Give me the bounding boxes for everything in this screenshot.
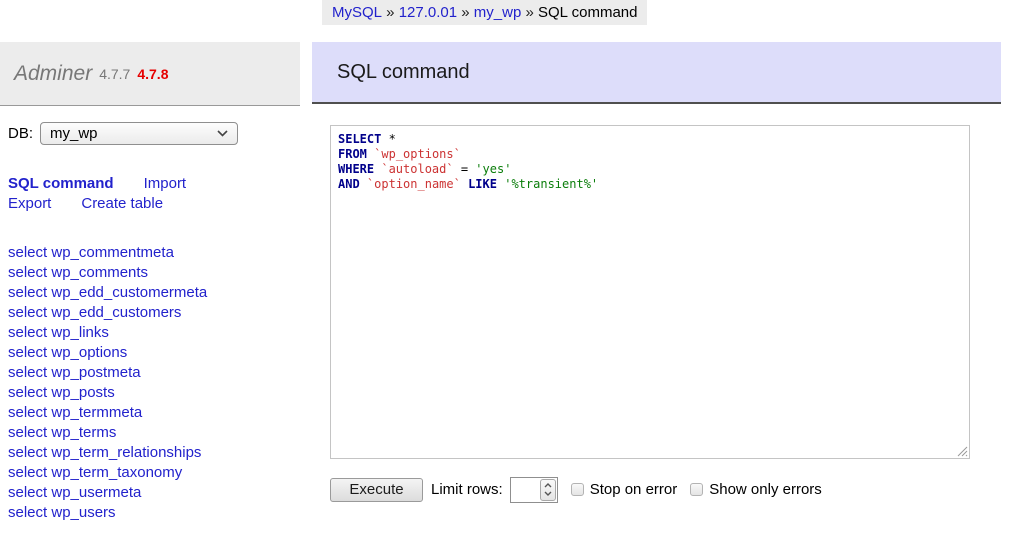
- table-row-wp_options: select wp_options: [8, 343, 207, 363]
- table-row-wp_termmeta: select wp_termmeta: [8, 403, 207, 423]
- table-select-link-wp_usermeta[interactable]: select: [8, 484, 47, 501]
- breadcrumb-separator: »: [457, 4, 474, 21]
- sidebar-nav: SQL command Import Export Create table: [8, 174, 186, 214]
- table-row-wp_posts: select wp_posts: [8, 383, 207, 403]
- sql-token-plain: =: [454, 162, 476, 176]
- page-title: SQL command: [312, 42, 1001, 104]
- table-select-link-wp_comments[interactable]: select: [8, 264, 47, 281]
- table-select-link-wp_edd_customers[interactable]: select: [8, 304, 47, 321]
- editor-controls: Execute Limit rows: Stop on error Show on…: [330, 476, 835, 503]
- table-row-wp_comments: select wp_comments: [8, 263, 207, 283]
- table-row-wp_edd_customers: select wp_edd_customers: [8, 303, 207, 323]
- chevron-down-icon: [217, 130, 228, 137]
- sidebar-link-import[interactable]: Import: [144, 174, 187, 194]
- table-select-link-wp_users[interactable]: select: [8, 504, 47, 521]
- table-link-wp_comments[interactable]: wp_comments: [51, 264, 148, 281]
- table-row-wp_term_relationships: select wp_term_relationships: [8, 443, 207, 463]
- checkbox-label-stop-on-error[interactable]: Stop on error: [590, 481, 678, 498]
- table-link-wp_postmeta[interactable]: wp_postmeta: [51, 364, 140, 381]
- table-link-wp_links[interactable]: wp_links: [51, 324, 109, 341]
- checkbox-group-stop-on-error: Stop on error: [571, 481, 678, 498]
- breadcrumb-item-127-0-01[interactable]: 127.0.01: [399, 4, 457, 21]
- table-link-wp_commentmeta[interactable]: wp_commentmeta: [51, 244, 174, 261]
- checkbox-group-show-only-errors: Show only errors: [690, 481, 822, 498]
- breadcrumb-item-sql-command: SQL command: [538, 4, 638, 21]
- app-header: Adminer 4.7.7 4.7.8: [0, 42, 300, 106]
- breadcrumb-item-my-wp[interactable]: my_wp: [474, 4, 522, 21]
- limit-rows-input[interactable]: [510, 477, 558, 503]
- sql-token-string: '%transient%': [504, 177, 598, 191]
- table-row-wp_terms: select wp_terms: [8, 423, 207, 443]
- table-link-wp_termmeta[interactable]: wp_termmeta: [51, 404, 142, 421]
- table-select-link-wp_edd_customermeta[interactable]: select: [8, 284, 47, 301]
- sidebar-link-create-table[interactable]: Create table: [81, 194, 163, 214]
- table-row-wp_edd_customermeta: select wp_edd_customermeta: [8, 283, 207, 303]
- checkbox-options: Stop on error Show only errors: [571, 481, 835, 498]
- table-row-wp_commentmeta: select wp_commentmeta: [8, 243, 207, 263]
- table-link-wp_users[interactable]: wp_users: [51, 504, 115, 521]
- table-select-link-wp_links[interactable]: select: [8, 324, 47, 341]
- table-row-wp_term_taxonomy: select wp_term_taxonomy: [8, 463, 207, 483]
- table-link-wp_usermeta[interactable]: wp_usermeta: [51, 484, 141, 501]
- sql-token-keyword: FROM: [338, 147, 367, 161]
- table-link-wp_options[interactable]: wp_options: [51, 344, 127, 361]
- table-select-link-wp_term_taxonomy[interactable]: select: [8, 464, 47, 481]
- table-link-wp_term_taxonomy[interactable]: wp_term_taxonomy: [51, 464, 182, 481]
- sql-token-keyword: AND: [338, 177, 360, 191]
- spinner-down-icon[interactable]: [544, 491, 552, 496]
- execute-button[interactable]: Execute: [330, 478, 423, 502]
- table-link-wp_posts[interactable]: wp_posts: [51, 384, 114, 401]
- sql-token-keyword: LIKE: [468, 177, 497, 191]
- table-select-link-wp_posts[interactable]: select: [8, 384, 47, 401]
- sql-token-plain: [360, 177, 367, 191]
- checkbox-label-show-only-errors[interactable]: Show only errors: [709, 481, 822, 498]
- sql-token-plain: *: [381, 132, 395, 146]
- new-version-link[interactable]: 4.7.8: [137, 66, 168, 82]
- db-selector-row: DB: my_wp: [8, 122, 238, 145]
- table-link-wp_term_relationships[interactable]: wp_term_relationships: [51, 444, 201, 461]
- table-link-wp_edd_customermeta[interactable]: wp_edd_customermeta: [51, 284, 207, 301]
- limit-rows-label: Limit rows:: [431, 481, 503, 498]
- table-link-wp_edd_customers[interactable]: wp_edd_customers: [51, 304, 181, 321]
- tables-list: select wp_commentmetaselect wp_commentss…: [8, 243, 207, 523]
- breadcrumb-separator: »: [382, 4, 399, 21]
- breadcrumb-separator: »: [521, 4, 538, 21]
- adminer-logo-link[interactable]: Adminer: [14, 62, 92, 86]
- sql-token-identifier: `autoload`: [381, 162, 453, 176]
- number-spinner[interactable]: [540, 479, 556, 501]
- resize-grip-icon[interactable]: [955, 444, 968, 457]
- table-row-wp_links: select wp_links: [8, 323, 207, 343]
- sidebar-nav-row: Export Create table: [8, 194, 186, 214]
- table-link-wp_terms[interactable]: wp_terms: [51, 424, 116, 441]
- sql-token-keyword: SELECT: [338, 132, 381, 146]
- db-label: DB:: [8, 125, 33, 142]
- db-select-value: my_wp: [50, 125, 98, 142]
- table-select-link-wp_term_relationships[interactable]: select: [8, 444, 47, 461]
- sql-token-string: 'yes': [475, 162, 511, 176]
- sql-editor[interactable]: SELECT * FROM `wp_options` WHERE `autolo…: [330, 125, 970, 459]
- table-select-link-wp_postmeta[interactable]: select: [8, 364, 47, 381]
- sql-token-identifier: `wp_options`: [374, 147, 461, 161]
- checkbox-stop-on-error[interactable]: [571, 483, 584, 496]
- sql-token-keyword: WHERE: [338, 162, 374, 176]
- sql-code: SELECT * FROM `wp_options` WHERE `autolo…: [331, 126, 969, 198]
- checkbox-show-only-errors[interactable]: [690, 483, 703, 496]
- sidebar-nav-row: SQL command Import: [8, 174, 186, 194]
- version-label: 4.7.7: [99, 66, 130, 82]
- sql-token-identifier: `option_name`: [367, 177, 461, 191]
- table-select-link-wp_options[interactable]: select: [8, 344, 47, 361]
- table-row-wp_users: select wp_users: [8, 503, 207, 523]
- table-select-link-wp_commentmeta[interactable]: select: [8, 244, 47, 261]
- table-select-link-wp_termmeta[interactable]: select: [8, 404, 47, 421]
- breadcrumb: MySQL » 127.0.01 » my_wp » SQL command: [322, 0, 647, 25]
- breadcrumb-item-mysql[interactable]: MySQL: [332, 4, 382, 21]
- sidebar-link-export[interactable]: Export: [8, 194, 51, 214]
- table-row-wp_postmeta: select wp_postmeta: [8, 363, 207, 383]
- table-row-wp_usermeta: select wp_usermeta: [8, 483, 207, 503]
- table-select-link-wp_terms[interactable]: select: [8, 424, 47, 441]
- sidebar-link-sql-command[interactable]: SQL command: [8, 174, 114, 194]
- db-select[interactable]: my_wp: [40, 122, 238, 145]
- sql-token-plain: [461, 177, 468, 191]
- spinner-up-icon[interactable]: [544, 483, 552, 488]
